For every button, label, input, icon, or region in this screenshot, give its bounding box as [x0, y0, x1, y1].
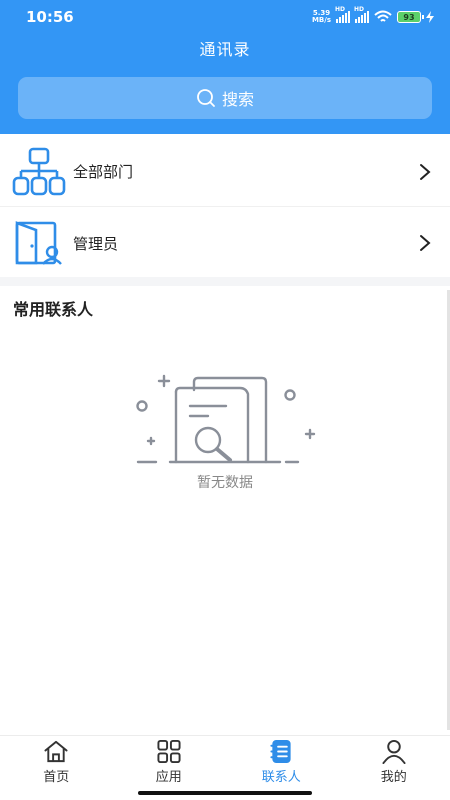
empty-state-text: 暂无数据: [197, 475, 253, 491]
chevron-right-icon: [420, 163, 431, 180]
administrator-row[interactable]: 管理员: [0, 208, 450, 278]
administrator-label: 管理员: [73, 234, 119, 253]
all-departments-row[interactable]: 全部部门: [0, 137, 450, 207]
bottom-tab-bar: 首页 应用 联系人 我的: [0, 735, 450, 785]
user-icon: [382, 739, 406, 764]
apps-grid-icon: [157, 739, 181, 764]
frequent-contacts-title: 常用联系人: [13, 300, 94, 319]
all-departments-label: 全部部门: [73, 163, 134, 181]
page-title: 通讯录: [199, 40, 251, 59]
tab-home-label: 首页: [43, 770, 70, 785]
net-speed: 5.39 MB/s: [311, 9, 331, 24]
section-divider: [0, 277, 450, 286]
tab-contacts[interactable]: 联系人: [225, 736, 338, 785]
home-indicator[interactable]: [138, 791, 312, 795]
tab-apps-label: 应用: [155, 770, 182, 785]
admin-door-icon: [15, 221, 62, 265]
tab-me-label: 我的: [380, 770, 407, 785]
signal-icon-2: HD: [354, 6, 369, 23]
tab-contacts-label: 联系人: [261, 770, 301, 785]
contacts-icon: [270, 739, 291, 764]
signal-icon: HD: [335, 6, 350, 23]
search-icon: [197, 89, 215, 107]
search-label: 搜索: [221, 90, 254, 109]
charging-icon: [426, 11, 434, 23]
tab-apps[interactable]: 应用: [113, 736, 226, 785]
home-icon: [44, 740, 68, 763]
tab-home[interactable]: 首页: [0, 736, 113, 785]
status-icons: 5.39 MB/s HD HD 93: [311, 6, 434, 26]
status-bar: 10:56 5.39 MB/s HD HD 93: [0, 0, 450, 34]
wifi-icon: [374, 10, 392, 22]
chevron-right-icon: [420, 235, 431, 251]
tab-me[interactable]: 我的: [338, 736, 450, 785]
status-time: 10:56: [26, 8, 74, 26]
search-bar[interactable]: 搜索: [18, 77, 432, 119]
battery-icon: 93: [397, 11, 424, 23]
empty-state-illustration: [136, 374, 316, 464]
org-chart-icon: [12, 147, 66, 195]
header-bar: 10:56 5.39 MB/s HD HD 93 通讯录 搜索: [0, 0, 450, 134]
